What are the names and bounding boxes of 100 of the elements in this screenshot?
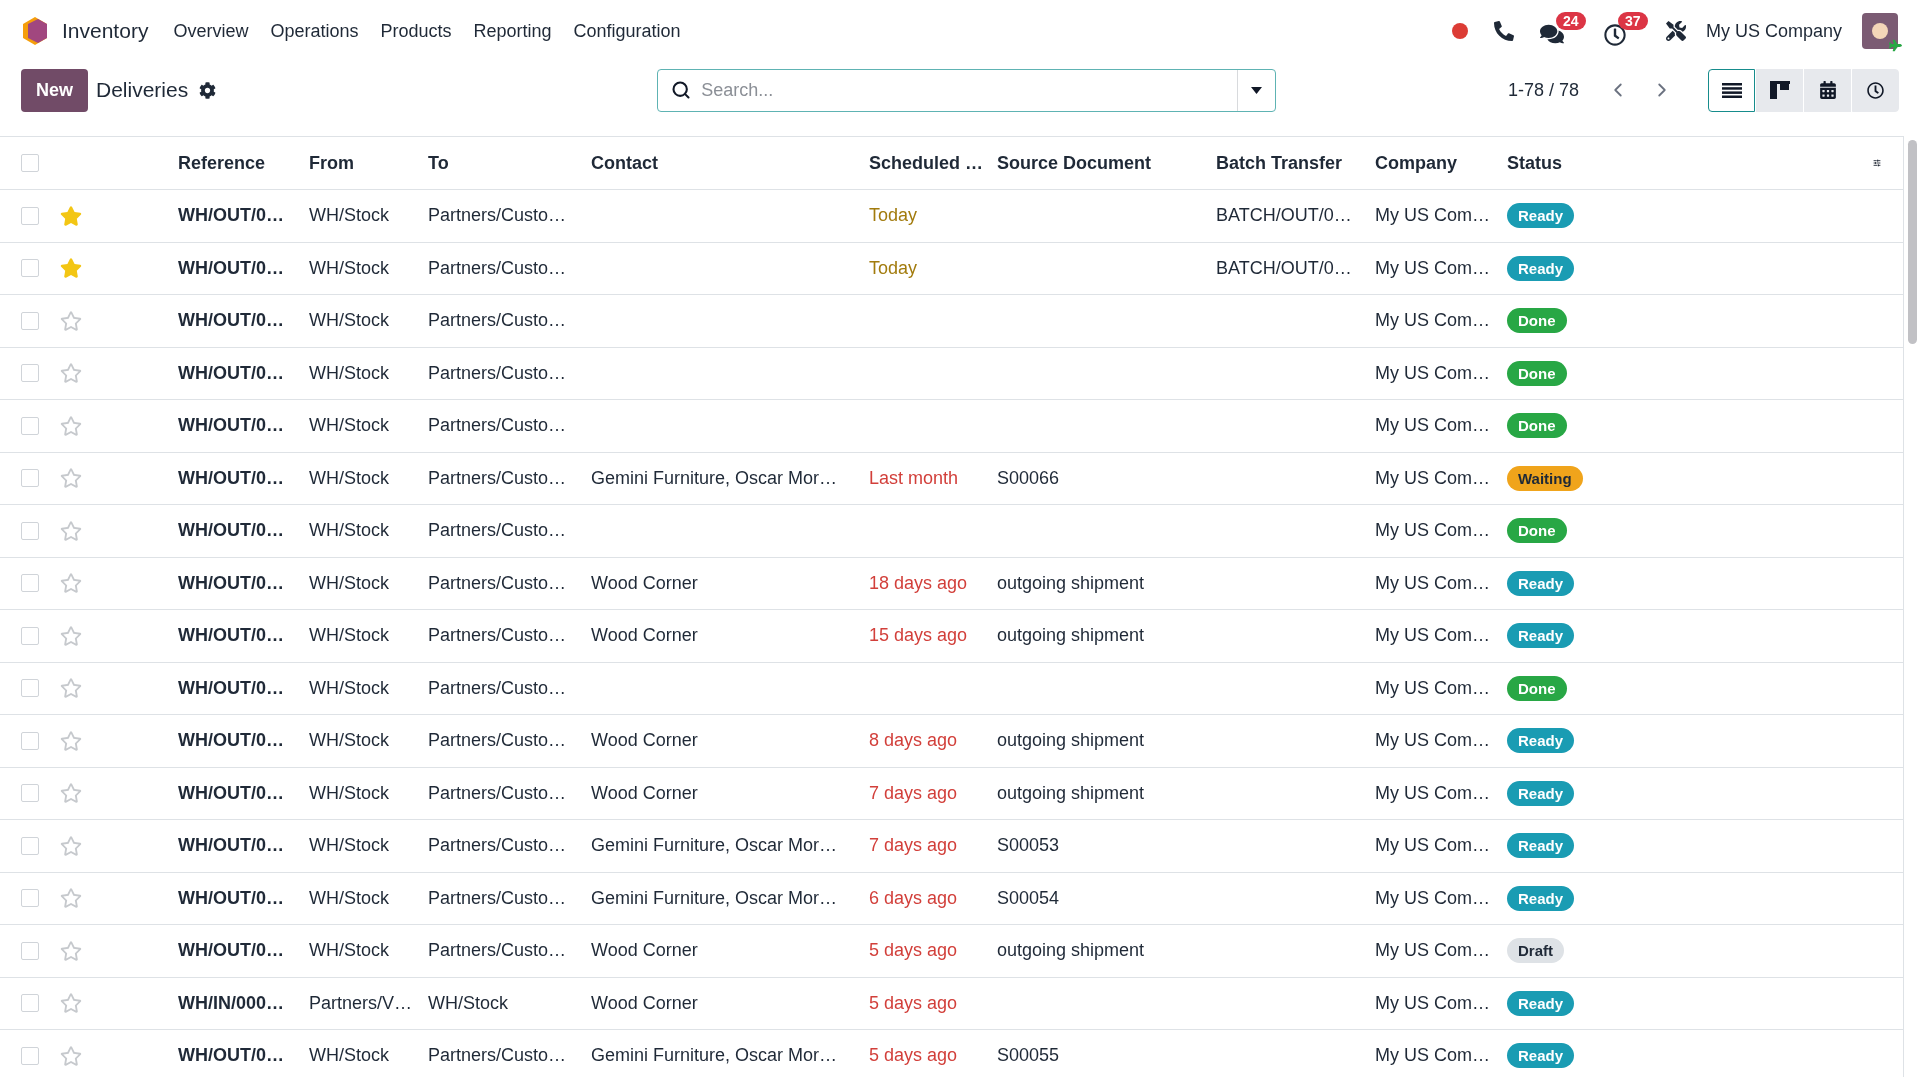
source-location-text: WH/Stock bbox=[309, 361, 389, 385]
star-icon[interactable] bbox=[60, 782, 82, 805]
status-badge: Draft bbox=[1507, 938, 1564, 964]
destination-location-text: Partners/Custo… bbox=[428, 309, 567, 333]
checkbox[interactable] bbox=[21, 1046, 39, 1065]
reference-text: WH/OUT/0… bbox=[178, 624, 284, 648]
star-icon[interactable] bbox=[60, 1044, 82, 1067]
status-badge: Ready bbox=[1507, 255, 1575, 281]
star-icon[interactable] bbox=[60, 362, 82, 385]
scheduled-date-text: 7 days ago bbox=[869, 781, 958, 805]
source-location-text: WH/Stock bbox=[309, 519, 389, 543]
star-icon[interactable] bbox=[60, 519, 82, 542]
star-icon[interactable] bbox=[60, 887, 82, 910]
source-document-text: outgoing shipment bbox=[997, 624, 1145, 648]
checkbox[interactable] bbox=[21, 206, 39, 225]
column-header[interactable]: Scheduled … bbox=[869, 149, 984, 177]
star-icon[interactable] bbox=[60, 939, 82, 962]
destination-location-text: Partners/Custo… bbox=[428, 361, 567, 385]
activity-clock-icon[interactable] bbox=[1603, 24, 1626, 46]
company-text: My US Com… bbox=[1375, 309, 1490, 333]
tools-icon[interactable] bbox=[1665, 21, 1686, 41]
star-icon[interactable] bbox=[60, 309, 82, 332]
menu-item[interactable]: Configuration bbox=[562, 17, 692, 45]
destination-location-text: WH/Stock bbox=[428, 991, 508, 1015]
checkbox[interactable] bbox=[21, 626, 39, 645]
calendar-icon bbox=[1818, 81, 1837, 99]
checkbox[interactable] bbox=[21, 469, 39, 488]
status-plane-icon bbox=[1889, 39, 1902, 52]
column-header[interactable]: Status bbox=[1507, 149, 1562, 177]
reference-text: WH/OUT/0… bbox=[178, 519, 284, 543]
star-icon[interactable] bbox=[60, 992, 82, 1015]
status-badge: Done bbox=[1507, 360, 1567, 386]
menu-item[interactable]: Reporting bbox=[462, 17, 563, 45]
scheduled-date-text: 6 days ago bbox=[869, 886, 958, 910]
source-location-text: WH/Stock bbox=[309, 886, 389, 910]
star-icon[interactable] bbox=[60, 257, 82, 280]
checkbox[interactable] bbox=[21, 994, 39, 1013]
company-switcher[interactable]: My US Company bbox=[1705, 17, 1842, 45]
reference-text: WH/OUT/0… bbox=[178, 309, 284, 333]
destination-location-text: Partners/Custo… bbox=[428, 939, 567, 963]
menu-item[interactable]: Operations bbox=[259, 17, 370, 45]
checkbox[interactable] bbox=[21, 521, 39, 540]
search-field[interactable]: Search... bbox=[657, 68, 1277, 112]
chat-icon[interactable] bbox=[1539, 22, 1564, 46]
column-header[interactable]: Source Document bbox=[997, 149, 1152, 177]
page-title: Deliveries bbox=[96, 77, 189, 104]
checkbox[interactable] bbox=[21, 836, 39, 855]
destination-location-text: Partners/Custo… bbox=[428, 676, 567, 700]
caret-icon bbox=[1251, 86, 1263, 94]
new-button[interactable]: New bbox=[21, 68, 88, 112]
scrollbar-thumb[interactable] bbox=[1907, 140, 1917, 344]
source-location-text: WH/Stock bbox=[309, 309, 389, 333]
view-switch-button[interactable] bbox=[1708, 68, 1755, 112]
checkbox[interactable] bbox=[21, 154, 39, 172]
checkbox[interactable] bbox=[21, 679, 39, 698]
column-header[interactable]: Company bbox=[1375, 149, 1457, 177]
star-icon[interactable] bbox=[60, 467, 82, 490]
checkbox[interactable] bbox=[21, 889, 39, 908]
company-text: My US Com… bbox=[1375, 886, 1490, 910]
star-icon[interactable] bbox=[60, 834, 82, 857]
checkbox[interactable] bbox=[21, 941, 39, 960]
star-icon[interactable] bbox=[60, 624, 82, 647]
column-header[interactable]: Contact bbox=[591, 149, 658, 177]
pager-value[interactable]: 1-78 / 78 bbox=[1507, 76, 1579, 104]
phone-icon[interactable] bbox=[1493, 21, 1514, 41]
column-header[interactable]: To bbox=[428, 149, 449, 177]
checkbox[interactable] bbox=[21, 784, 39, 803]
settings-icon[interactable] bbox=[199, 81, 217, 99]
destination-location-text: Partners/Custo… bbox=[428, 886, 567, 910]
checkbox[interactable] bbox=[21, 416, 39, 435]
star-icon[interactable] bbox=[60, 572, 82, 595]
checkbox[interactable] bbox=[21, 364, 39, 383]
scheduled-date-text: Today bbox=[869, 256, 918, 280]
reference-text: WH/OUT/0… bbox=[178, 834, 284, 858]
menu-item[interactable]: Products bbox=[369, 17, 463, 45]
company-text: My US Com… bbox=[1375, 519, 1490, 543]
column-header[interactable]: Reference bbox=[178, 149, 266, 177]
star-icon[interactable] bbox=[60, 204, 82, 227]
star-icon[interactable] bbox=[60, 729, 82, 752]
batch-transfer-text: BATCH/OUT/0… bbox=[1216, 204, 1352, 228]
destination-location-text: Partners/Custo… bbox=[428, 834, 567, 858]
company-text: My US Com… bbox=[1375, 1044, 1490, 1068]
checkbox[interactable] bbox=[21, 259, 39, 278]
destination-location-text: Partners/Custo… bbox=[428, 571, 567, 595]
app-name[interactable]: Inventory bbox=[62, 15, 149, 47]
checkbox[interactable] bbox=[21, 574, 39, 593]
star-icon[interactable] bbox=[60, 677, 82, 700]
menu-item[interactable]: Overview bbox=[162, 17, 260, 45]
column-header[interactable]: From bbox=[309, 149, 354, 177]
destination-location-text: Partners/Custo… bbox=[428, 466, 567, 490]
status-badge: Ready bbox=[1507, 990, 1575, 1016]
star-icon[interactable] bbox=[60, 414, 82, 437]
status-badge: Ready bbox=[1507, 203, 1575, 229]
search-icon bbox=[671, 80, 692, 100]
checkbox[interactable] bbox=[21, 731, 39, 750]
scheduled-date-text: 5 days ago bbox=[869, 991, 958, 1015]
source-location-text: WH/Stock bbox=[309, 676, 389, 700]
column-header[interactable]: Batch Transfer bbox=[1216, 149, 1343, 177]
checkbox[interactable] bbox=[21, 311, 39, 330]
search-input[interactable]: Search... bbox=[701, 76, 1238, 104]
